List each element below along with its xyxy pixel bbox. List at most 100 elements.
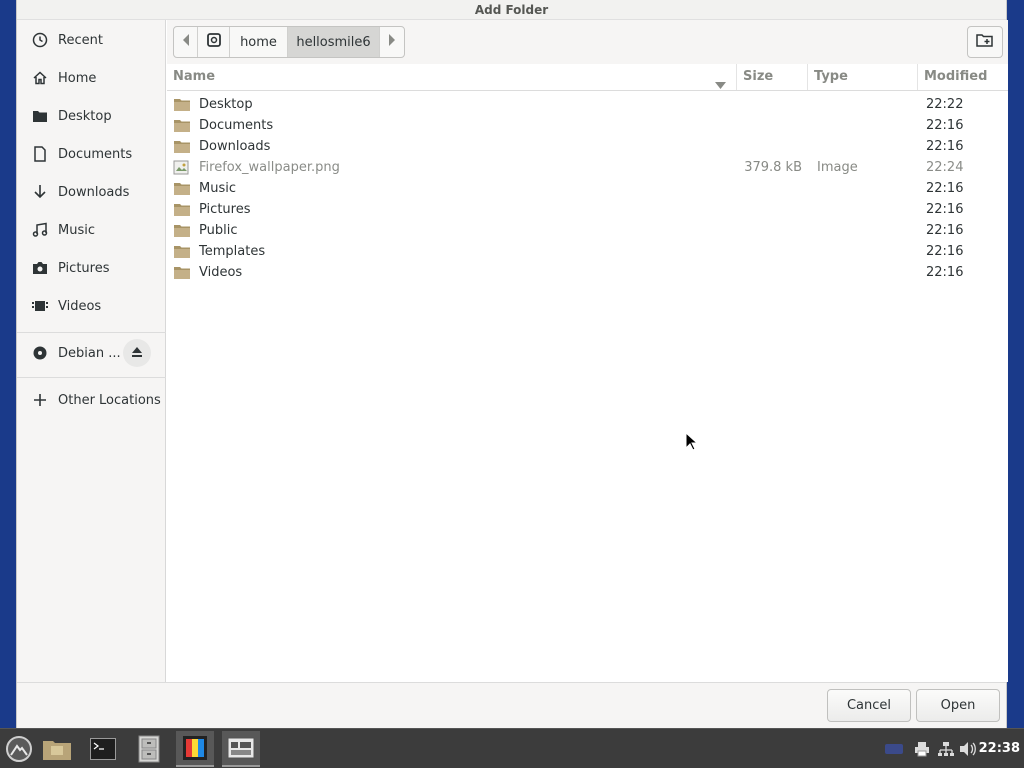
column-header-size[interactable]: Size (737, 64, 808, 90)
window-list-icon[interactable] (222, 731, 260, 767)
printer-icon[interactable] (912, 739, 932, 759)
color-app-icon[interactable] (176, 731, 214, 767)
sidebar-item-label: Desktop (58, 108, 112, 124)
file-modified: 22:16 (926, 202, 964, 217)
sidebar-item-recent[interactable]: Recent (17, 23, 166, 57)
sidebar-item-pictures[interactable]: Pictures (17, 251, 166, 285)
drive-icon (206, 33, 221, 51)
cancel-button[interactable]: Cancel (827, 689, 911, 722)
folder-icon (173, 202, 191, 217)
places-sidebar: Recent Home Desktop Documents Downloads (17, 20, 166, 682)
sidebar-item-label: Recent (58, 32, 103, 48)
open-button[interactable]: Open (916, 689, 1000, 722)
file-row[interactable]: Documents 22:16 (167, 115, 1008, 136)
camera-icon (31, 259, 49, 277)
new-folder-icon (976, 32, 994, 52)
file-manager-icon[interactable] (38, 731, 76, 767)
file-modified: 22:16 (926, 244, 964, 259)
eject-button[interactable] (123, 339, 151, 367)
folder-icon (173, 139, 191, 154)
chevron-right-icon (388, 34, 396, 50)
sidebar-item-label: Other Locations (58, 392, 161, 408)
file-name: Pictures (199, 202, 251, 217)
sidebar-separator (17, 332, 166, 333)
mouse-cursor-icon (685, 431, 699, 455)
network-icon[interactable] (936, 739, 956, 759)
file-row[interactable]: Music 22:16 (167, 178, 1008, 199)
file-name: Music (199, 181, 236, 196)
file-name-cell: Templates (167, 244, 737, 259)
folder-icon (173, 265, 191, 280)
column-label: Name (173, 69, 216, 84)
file-modified: 22:16 (926, 181, 964, 196)
file-row[interactable]: Pictures 22:16 (167, 199, 1008, 220)
sidebar-item-label: Videos (58, 298, 102, 314)
file-name: Firefox_wallpaper.png (199, 160, 340, 175)
file-name: Desktop (199, 97, 253, 112)
file-name-cell: Downloads (167, 139, 737, 154)
sidebar-item-music[interactable]: Music (17, 213, 166, 247)
sidebar-item-downloads[interactable]: Downloads (17, 175, 166, 209)
download-arrow-icon (31, 183, 49, 201)
column-header-type[interactable]: Type (808, 64, 918, 90)
sidebar-item-label: Downloads (58, 184, 130, 200)
document-icon (31, 145, 49, 163)
volume-icon[interactable] (958, 739, 978, 759)
path-forward-button[interactable] (380, 27, 404, 57)
sidebar-item-documents[interactable]: Documents (17, 137, 166, 171)
sidebar-item-label: Documents (58, 146, 133, 162)
sidebar-separator (17, 377, 166, 378)
file-row[interactable]: Public 22:16 (167, 220, 1008, 241)
sidebar-item-home[interactable]: Home (17, 61, 166, 95)
file-modified: 22:16 (926, 118, 964, 133)
folder-icon (173, 118, 191, 133)
sidebar-item-videos[interactable]: Videos (17, 289, 166, 323)
file-name-cell: Documents (167, 118, 737, 133)
menu-icon[interactable] (0, 731, 38, 767)
folder-icon (173, 97, 191, 112)
folder-icon (173, 244, 191, 259)
taskbar: 22:38 (0, 728, 1024, 768)
file-name: Downloads (199, 139, 271, 154)
file-type: Image (817, 160, 858, 175)
sidebar-item-desktop[interactable]: Desktop (17, 99, 166, 133)
file-row[interactable]: Desktop 22:22 (167, 94, 1008, 115)
file-modified: 22:22 (926, 97, 964, 112)
file-name-cell: Desktop (167, 97, 737, 112)
music-note-icon (31, 221, 49, 239)
sidebar-item-label: Debian ... (58, 345, 121, 361)
folder-icon (31, 107, 49, 125)
file-name-cell: Firefox_wallpaper.png (167, 160, 737, 175)
file-list: Name Size Type Modified Desktop 22:22 Docu… (167, 64, 1008, 682)
file-modified: 22:16 (926, 223, 964, 238)
terminal-icon[interactable] (84, 731, 122, 767)
clock[interactable]: 22:38 (979, 729, 1020, 768)
file-name-cell: Public (167, 223, 737, 238)
sidebar-item-other-locations[interactable]: Other Locations (17, 383, 166, 417)
file-row[interactable]: Firefox_wallpaper.png 379.8 kB Image 22:24 (167, 157, 1008, 178)
file-row[interactable]: Templates 22:16 (167, 241, 1008, 262)
new-folder-button[interactable] (967, 26, 1003, 58)
file-cabinet-icon[interactable] (130, 731, 168, 767)
file-size: 379.8 kB (744, 160, 802, 175)
clock-icon (31, 31, 49, 49)
path-segment-current[interactable]: hellosmile6 (288, 27, 380, 57)
column-header-modified[interactable]: Modified (918, 64, 1008, 90)
sidebar-item-label: Pictures (58, 260, 110, 276)
keyboard-icon[interactable] (884, 739, 904, 759)
file-name-cell: Pictures (167, 202, 737, 217)
dialog-title: Add Folder (17, 0, 1006, 20)
disc-icon (31, 344, 49, 362)
video-icon (31, 297, 49, 315)
file-name-cell: Music (167, 181, 737, 196)
add-folder-dialog: Add Folder Recent Home Desktop Documents (16, 0, 1008, 728)
path-segment-home[interactable]: home (230, 27, 288, 57)
sidebar-item-label: Music (58, 222, 95, 238)
file-row[interactable]: Videos 22:16 (167, 262, 1008, 283)
file-list-header: Name Size Type Modified (167, 64, 1008, 91)
folder-icon (173, 181, 191, 196)
column-header-name[interactable]: Name (167, 64, 737, 90)
file-row[interactable]: Downloads 22:16 (167, 136, 1008, 157)
path-root-button[interactable] (198, 27, 230, 57)
path-back-button[interactable] (174, 27, 198, 57)
